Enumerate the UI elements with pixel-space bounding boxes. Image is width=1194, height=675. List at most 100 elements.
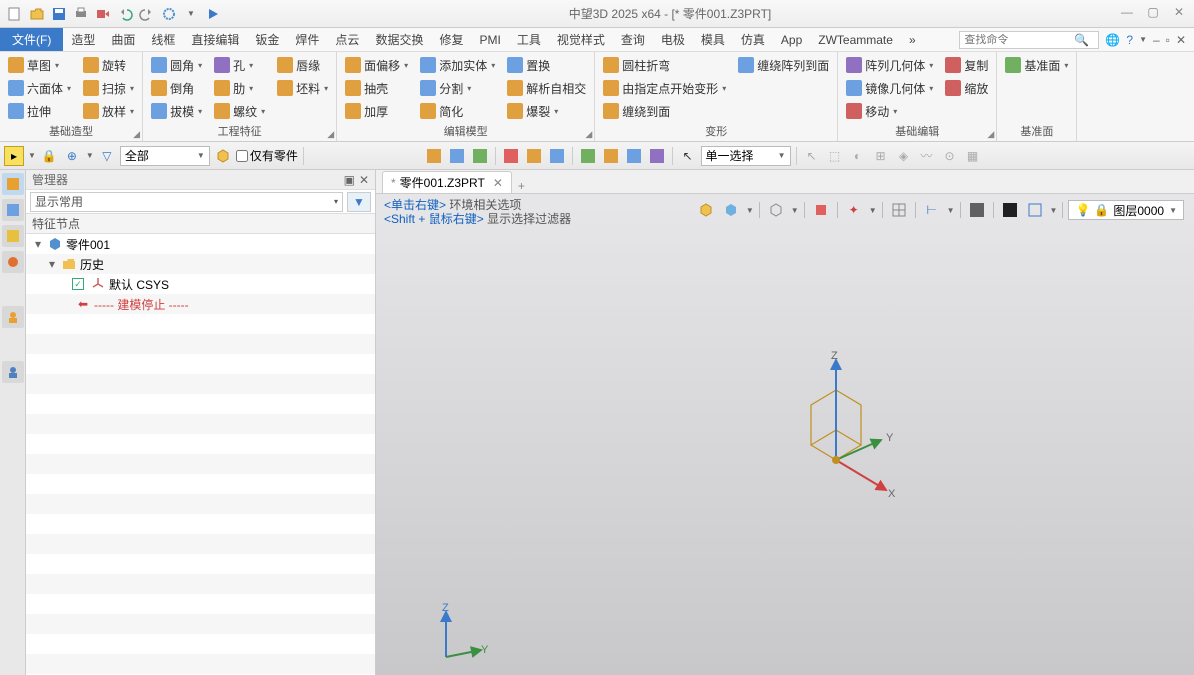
- tab-assembly-icon[interactable]: [2, 199, 24, 221]
- opt1-icon[interactable]: ↖: [802, 146, 822, 166]
- menu-仿真[interactable]: 仿真: [733, 28, 773, 51]
- menu-ZWTeammate[interactable]: ZWTeammate: [810, 28, 901, 51]
- cmd5-icon[interactable]: [524, 146, 544, 166]
- save-icon[interactable]: [50, 5, 68, 23]
- ribbon-缩放[interactable]: 缩放: [943, 77, 990, 99]
- minimize-button[interactable]: —: [1118, 5, 1136, 23]
- manager-x-icon[interactable]: ✕: [359, 173, 369, 187]
- wireframe-icon[interactable]: [765, 200, 787, 220]
- ribbon-分割[interactable]: 分割▾: [418, 77, 497, 99]
- ribbon-添加实体[interactable]: 添加实体▾: [418, 54, 497, 76]
- filter-funnel-icon[interactable]: ▼: [347, 192, 371, 212]
- tab-user-icon[interactable]: [2, 306, 24, 328]
- menu-App[interactable]: App: [773, 28, 810, 51]
- dropdown-icon[interactable]: ▾: [67, 84, 71, 93]
- qat-dropdown-icon[interactable]: ▼: [182, 5, 200, 23]
- dropdown-icon[interactable]: ▾: [324, 84, 328, 93]
- dropdown-icon[interactable]: ▾: [1064, 61, 1068, 70]
- help-dropdown-icon[interactable]: ▼: [1139, 35, 1147, 44]
- ribbon-六面体[interactable]: 六面体▾: [6, 77, 73, 99]
- dialog-launcher-icon[interactable]: ◢: [987, 129, 994, 140]
- ribbon-置换[interactable]: 置换: [505, 54, 588, 76]
- selmode-dropdown-icon[interactable]: ▼: [28, 151, 36, 160]
- dropdown-icon[interactable]: ▾: [261, 107, 265, 116]
- menu-模具[interactable]: 模具: [693, 28, 733, 51]
- tab-close-icon[interactable]: ✕: [493, 176, 503, 190]
- cmd1-icon[interactable]: [424, 146, 444, 166]
- dialog-launcher-icon[interactable]: ◢: [133, 129, 140, 140]
- command-search[interactable]: 🔍: [959, 31, 1099, 49]
- ribbon-面偏移[interactable]: 面偏移▾: [343, 54, 410, 76]
- mdi-close[interactable]: ✕: [1176, 33, 1186, 47]
- shade-icon[interactable]: [720, 200, 742, 220]
- ribbon-移动[interactable]: 移动▾: [844, 100, 935, 122]
- dropdown-icon[interactable]: ▾: [130, 107, 134, 116]
- mdi-minimize[interactable]: –: [1153, 33, 1160, 47]
- cursor-icon[interactable]: ↖: [678, 146, 698, 166]
- menu-overflow[interactable]: »: [901, 28, 924, 51]
- ribbon-唇缘[interactable]: 唇缘: [275, 54, 330, 76]
- dropdown-icon[interactable]: ▾: [467, 84, 471, 93]
- ribbon-螺纹[interactable]: 螺纹▾: [212, 100, 267, 122]
- ribbon-复制[interactable]: 复制: [943, 54, 990, 76]
- file-menu[interactable]: 文件(F): [0, 28, 63, 51]
- tab-layers-icon[interactable]: [2, 225, 24, 247]
- funnel-icon[interactable]: ▽: [97, 146, 117, 166]
- cmd4-icon[interactable]: [501, 146, 521, 166]
- settings-icon[interactable]: [160, 5, 178, 23]
- tree-csys[interactable]: ✓ 默认 CSYS: [26, 274, 375, 294]
- tab-manager-icon[interactable]: [2, 173, 24, 195]
- color-icon[interactable]: [999, 200, 1021, 220]
- ruler-icon[interactable]: ⊢: [921, 200, 943, 220]
- dropdown-icon[interactable]: ▾: [554, 107, 558, 116]
- cmd8-icon[interactable]: [601, 146, 621, 166]
- ribbon-坯料[interactable]: 坯料▾: [275, 77, 330, 99]
- redo-icon[interactable]: [138, 5, 156, 23]
- dropdown-icon[interactable]: ▾: [929, 84, 933, 93]
- section-icon[interactable]: [810, 200, 832, 220]
- dropdown-icon[interactable]: ▾: [893, 107, 897, 116]
- opt4-icon[interactable]: ⊞: [871, 146, 891, 166]
- play-icon[interactable]: [204, 5, 222, 23]
- menu-PMI[interactable]: PMI: [471, 28, 508, 51]
- search-icon[interactable]: 🔍: [1074, 33, 1089, 47]
- dropdown-icon[interactable]: ▾: [130, 84, 134, 93]
- dropdown-icon[interactable]: ▾: [929, 61, 933, 70]
- ribbon-扫掠[interactable]: 扫掠▾: [81, 77, 136, 99]
- menu-视觉样式[interactable]: 视觉样式: [549, 28, 613, 51]
- ribbon-拉伸[interactable]: 拉伸: [6, 100, 73, 122]
- ribbon-圆柱折弯[interactable]: 圆柱折弯: [601, 54, 728, 76]
- lock-icon[interactable]: 🔒: [39, 146, 59, 166]
- layer-dropdown[interactable]: 💡 🔒 图层0000 ▼: [1068, 200, 1184, 220]
- checkbox-icon[interactable]: ✓: [72, 278, 84, 290]
- menu-工具[interactable]: 工具: [509, 28, 549, 51]
- dialog-launcher-icon[interactable]: ◢: [585, 129, 592, 140]
- ribbon-镜像几何体[interactable]: 镜像几何体▾: [844, 77, 935, 99]
- anchor-icon[interactable]: ⊕: [62, 146, 82, 166]
- ribbon-缠绕阵列到面[interactable]: 缠绕阵列到面: [736, 54, 831, 76]
- dropdown-icon[interactable]: ▾: [249, 84, 253, 93]
- menu-曲面[interactable]: 曲面: [103, 28, 143, 51]
- tree-build-stop[interactable]: ⬅ ----- 建模停止 -----: [26, 294, 375, 314]
- ribbon-倒角[interactable]: 倒角: [149, 77, 204, 99]
- menu-线框[interactable]: 线框: [143, 28, 183, 51]
- manager-close-icon[interactable]: ▣: [344, 173, 355, 187]
- dialog-launcher-icon[interactable]: ◢: [327, 129, 334, 140]
- ribbon-由指定点开始变形[interactable]: 由指定点开始变形▾: [601, 77, 728, 99]
- ribbon-爆裂[interactable]: 爆裂▾: [505, 100, 588, 122]
- dropdown-icon[interactable]: ▾: [55, 61, 59, 70]
- ribbon-草图[interactable]: 草图▾: [6, 54, 73, 76]
- mdi-restore[interactable]: ▫: [1166, 33, 1170, 47]
- cmd2-icon[interactable]: [447, 146, 467, 166]
- crosshair-icon[interactable]: ✦: [843, 200, 865, 220]
- menu-点云[interactable]: 点云: [327, 28, 367, 51]
- select-mode-dropdown[interactable]: 单一选择▼: [701, 146, 791, 166]
- menu-查询[interactable]: 查询: [613, 28, 653, 51]
- ribbon-阵列几何体[interactable]: 阵列几何体▾: [844, 54, 935, 76]
- dropdown-icon[interactable]: ▾: [249, 61, 253, 70]
- ribbon-加厚[interactable]: 加厚: [343, 100, 410, 122]
- ribbon-拔模[interactable]: 拔模▾: [149, 100, 204, 122]
- cube-icon[interactable]: [213, 146, 233, 166]
- anchor-dropdown-icon[interactable]: ▼: [86, 151, 94, 160]
- ribbon-圆角[interactable]: 圆角▾: [149, 54, 204, 76]
